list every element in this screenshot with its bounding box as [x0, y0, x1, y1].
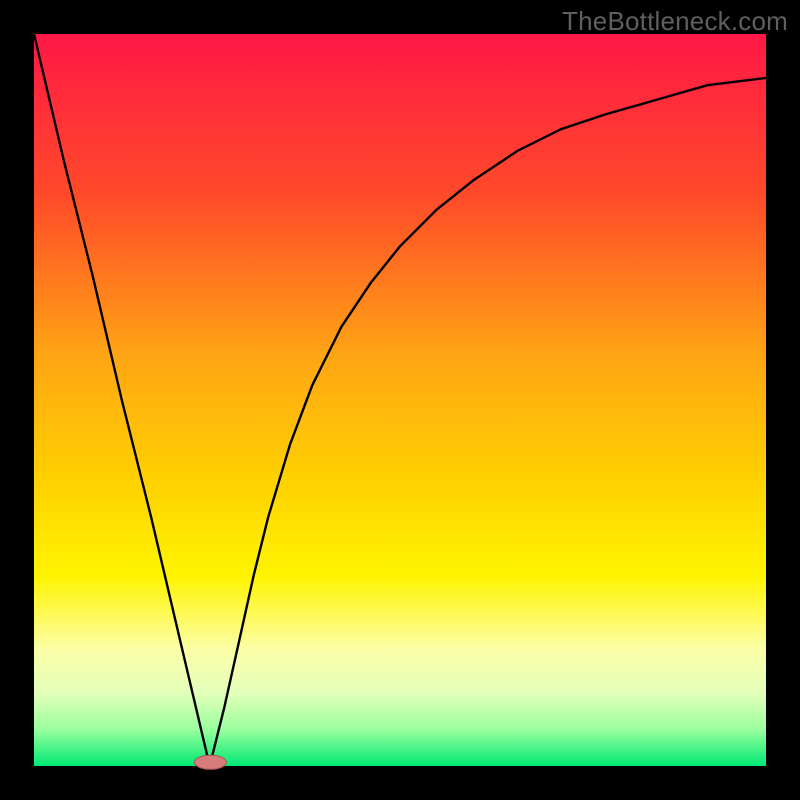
bottleneck-curve: [34, 34, 766, 766]
chart-frame: TheBottleneck.com: [0, 0, 800, 800]
watermark-text: TheBottleneck.com: [562, 6, 788, 37]
plot-area: [34, 34, 766, 766]
curve-layer: [34, 34, 766, 766]
optimal-marker: [194, 755, 226, 769]
